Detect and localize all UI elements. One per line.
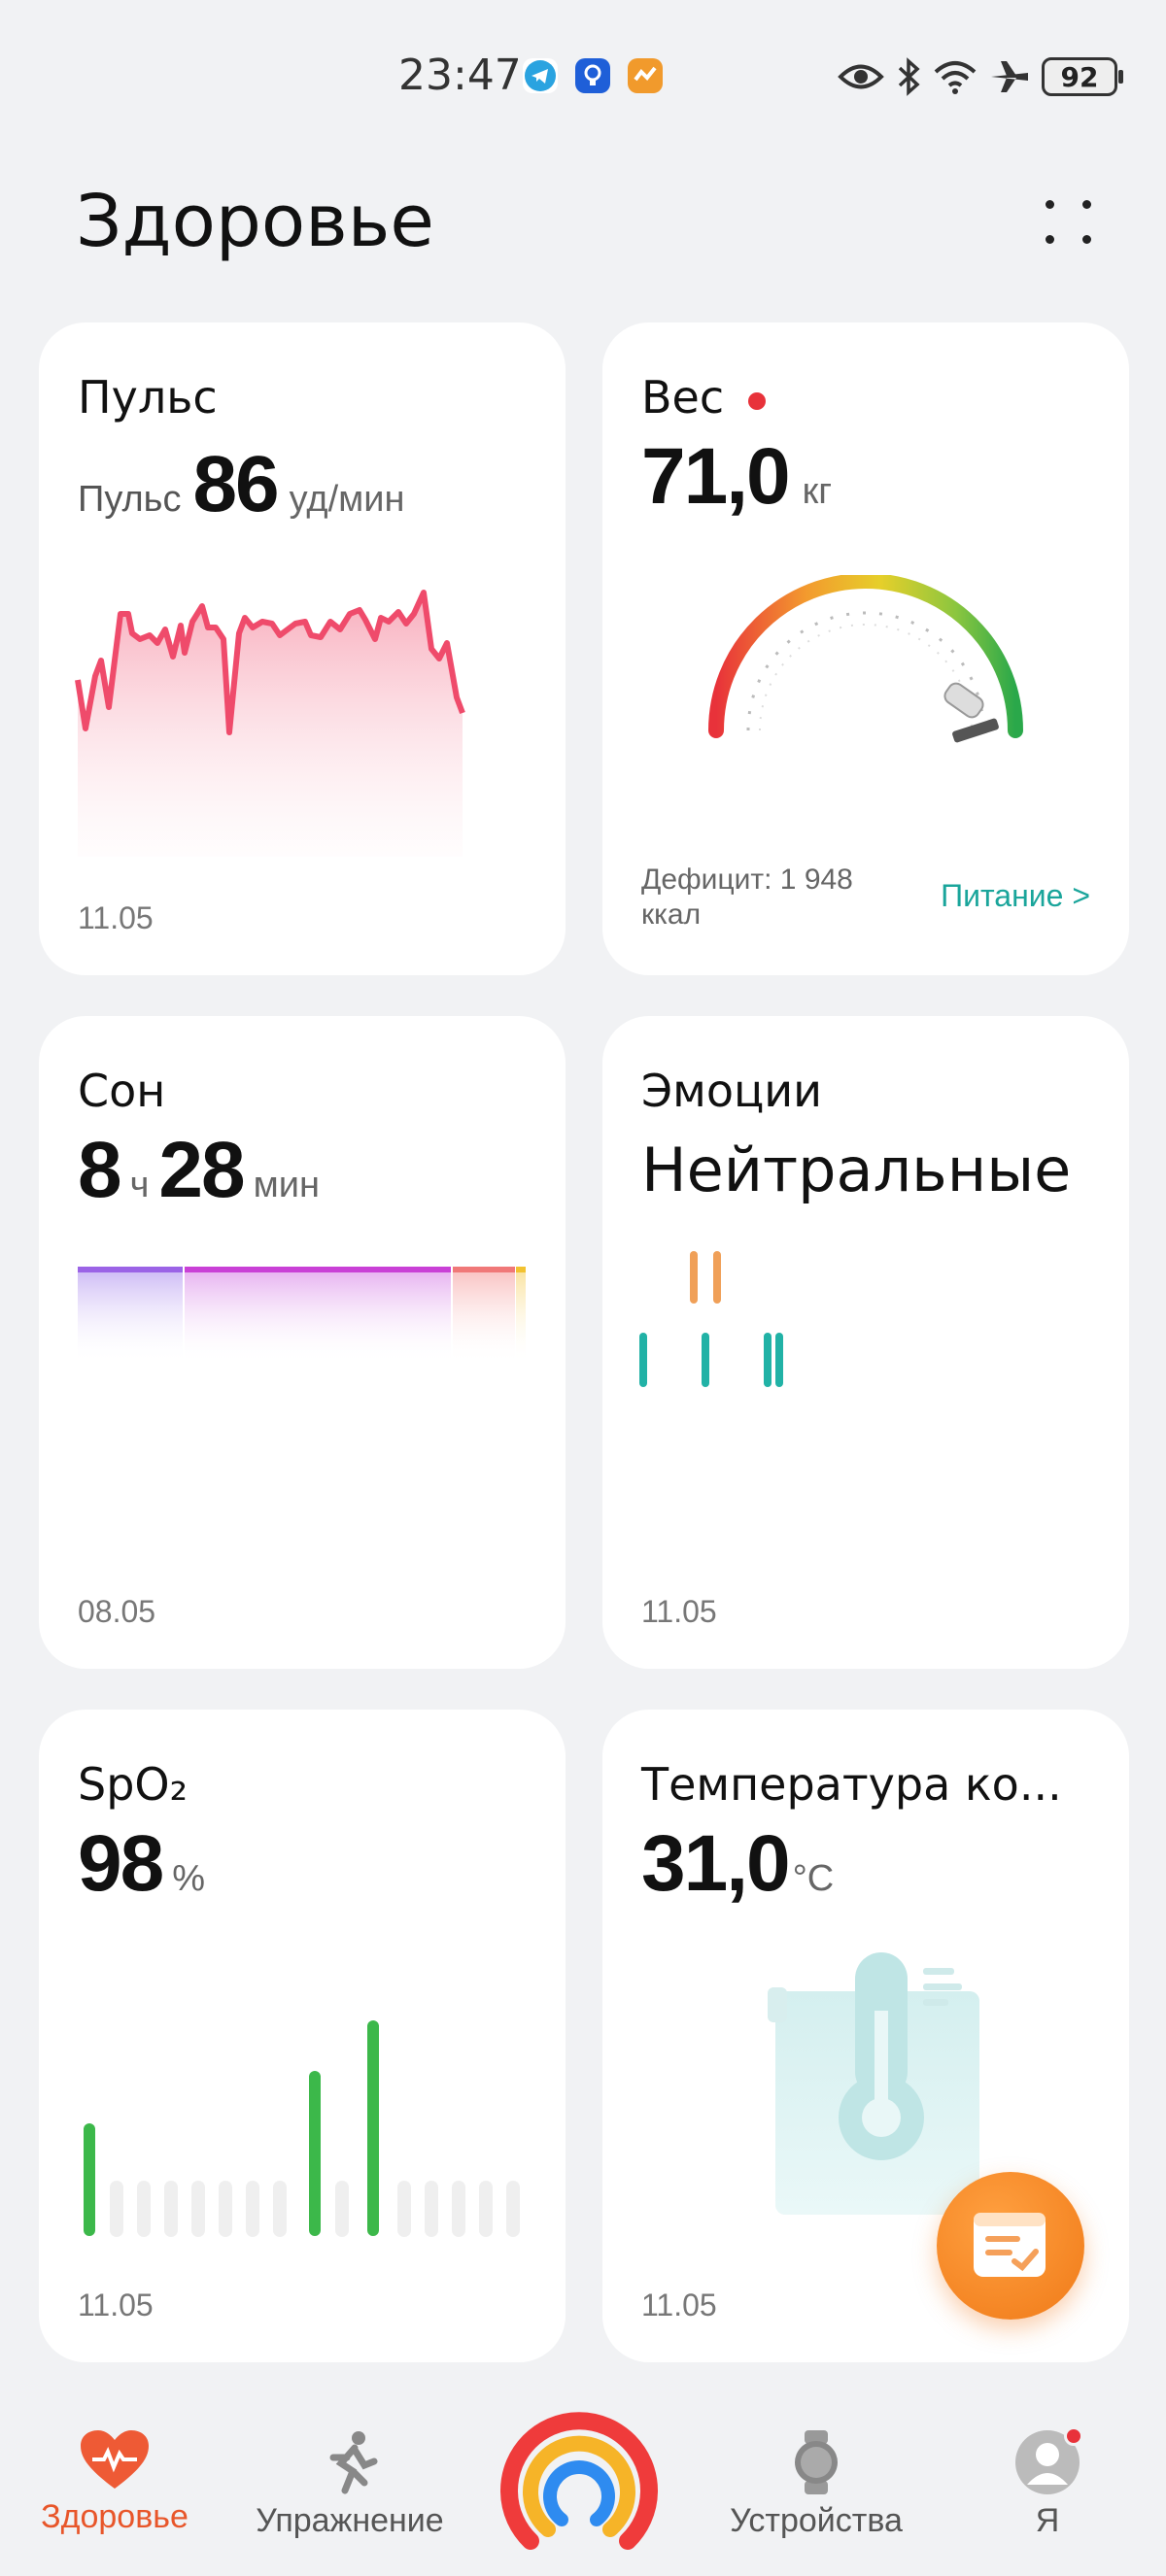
calorie-deficit: Дефицит: 1 948 ккал bbox=[641, 863, 853, 932]
telegram-icon bbox=[523, 58, 558, 93]
activity-rings-icon bbox=[500, 2412, 658, 2550]
emotion-value: Нейтральные bbox=[641, 1135, 1072, 1205]
pulse-value: 86 bbox=[192, 440, 279, 528]
activity-rings-button[interactable] bbox=[492, 2395, 667, 2570]
edit-report-icon bbox=[974, 2213, 1046, 2277]
sleep-reading: 8 ч 28 мин bbox=[78, 1125, 320, 1216]
pulse-card[interactable]: Пульс Пульс 86 уд/мин 11.05 bbox=[39, 322, 566, 975]
airplane-icon bbox=[991, 61, 1028, 92]
nav-item-health[interactable]: Здоровье bbox=[8, 2428, 222, 2536]
sleep-date: 08.05 bbox=[78, 1594, 156, 1629]
bulb-app-icon bbox=[575, 58, 610, 93]
nav-label-health: Здоровье bbox=[41, 2498, 189, 2535]
battery-indicator: 92 bbox=[1042, 57, 1123, 96]
spo2-card[interactable]: SpO₂ 98 % 11.05 bbox=[39, 1710, 566, 2362]
temperature-card-title: Температура ко... bbox=[641, 1758, 1062, 1811]
pulse-card-title: Пульс bbox=[78, 371, 218, 424]
nav-item-profile[interactable]: Я bbox=[941, 2426, 1154, 2540]
weight-value: 71,0 bbox=[641, 432, 791, 521]
health-app-icon bbox=[628, 58, 663, 93]
bottom-navigation: Здоровье Упражнение Устройства Я bbox=[0, 2370, 1166, 2576]
emotion-card-title: Эмоции bbox=[641, 1065, 823, 1117]
avatar bbox=[1013, 2426, 1083, 2496]
nav-label-exercise: Упражнение bbox=[256, 2502, 444, 2539]
spo2-date: 11.05 bbox=[78, 2288, 154, 2322]
weight-unit: кг bbox=[802, 471, 833, 512]
spo2-chart bbox=[84, 2020, 520, 2237]
wifi-icon bbox=[934, 61, 977, 94]
spo2-card-title: SpO₂ bbox=[78, 1758, 189, 1811]
spo2-unit: % bbox=[172, 1858, 206, 1899]
notification-dot bbox=[1064, 2426, 1083, 2446]
pulse-date: 11.05 bbox=[78, 900, 154, 935]
pulse-label: Пульс bbox=[78, 479, 182, 520]
weight-card-title: Вес bbox=[641, 371, 766, 424]
deficit-text: Дефицит: 1 948 bbox=[641, 864, 853, 896]
pulse-unit: уд/мин bbox=[289, 479, 405, 520]
sleep-card-title: Сон bbox=[78, 1065, 166, 1117]
nav-item-devices[interactable]: Устройства bbox=[709, 2428, 923, 2540]
sleep-minutes-unit: мин bbox=[253, 1165, 320, 1205]
deficit-unit: ккал bbox=[641, 898, 702, 931]
nav-item-exercise[interactable]: Упражнение bbox=[243, 2428, 457, 2540]
emotion-date: 11.05 bbox=[641, 1594, 717, 1629]
status-icons: 92 bbox=[838, 52, 1123, 101]
temperature-reading: 31,0 °C bbox=[641, 1818, 834, 1910]
temperature-date: 11.05 bbox=[641, 2288, 717, 2322]
weight-reading: 71,0 кг bbox=[641, 431, 832, 523]
spo2-reading: 98 % bbox=[78, 1818, 205, 1910]
emotion-card[interactable]: Эмоции Нейтральные 11.05 bbox=[602, 1016, 1129, 1669]
pulse-reading: Пульс 86 уд/мин bbox=[78, 439, 404, 530]
sleep-chart bbox=[78, 1267, 526, 1364]
nutrition-link[interactable]: Питание > bbox=[941, 878, 1090, 914]
temperature-value: 31,0 bbox=[641, 1819, 791, 1908]
add-record-fab[interactable] bbox=[937, 2172, 1084, 2320]
nav-label-devices: Устройства bbox=[730, 2502, 903, 2539]
weight-title-text: Вес bbox=[641, 371, 725, 424]
nav-label-profile: Я bbox=[1035, 2502, 1060, 2539]
more-menu-button[interactable] bbox=[1040, 194, 1098, 253]
emotion-chart bbox=[639, 1251, 783, 1387]
eye-icon bbox=[838, 64, 884, 89]
bluetooth-icon bbox=[898, 57, 920, 96]
sleep-minutes: 28 bbox=[158, 1126, 245, 1214]
watch-icon bbox=[795, 2430, 838, 2494]
sleep-card[interactable]: Сон 8 ч 28 мин 08.05 bbox=[39, 1016, 566, 1669]
page-title: Здоровье bbox=[76, 180, 434, 263]
status-time: 23:47 bbox=[398, 51, 522, 100]
sleep-hours-unit: ч bbox=[129, 1165, 150, 1205]
temperature-unit: °C bbox=[792, 1858, 835, 1899]
heart-pulse-icon bbox=[81, 2430, 149, 2489]
weight-card[interactable]: Вес 71,0 кг Дефицит: 1 948 ккал Питание … bbox=[602, 322, 1129, 975]
new-data-dot bbox=[747, 391, 766, 410]
status-bar: 23:47 92 bbox=[0, 0, 1166, 155]
pulse-chart bbox=[75, 590, 465, 857]
spo2-value: 98 bbox=[78, 1819, 164, 1908]
weight-gauge bbox=[708, 575, 1023, 743]
sleep-hours: 8 bbox=[78, 1126, 122, 1214]
running-icon bbox=[329, 2431, 378, 2494]
